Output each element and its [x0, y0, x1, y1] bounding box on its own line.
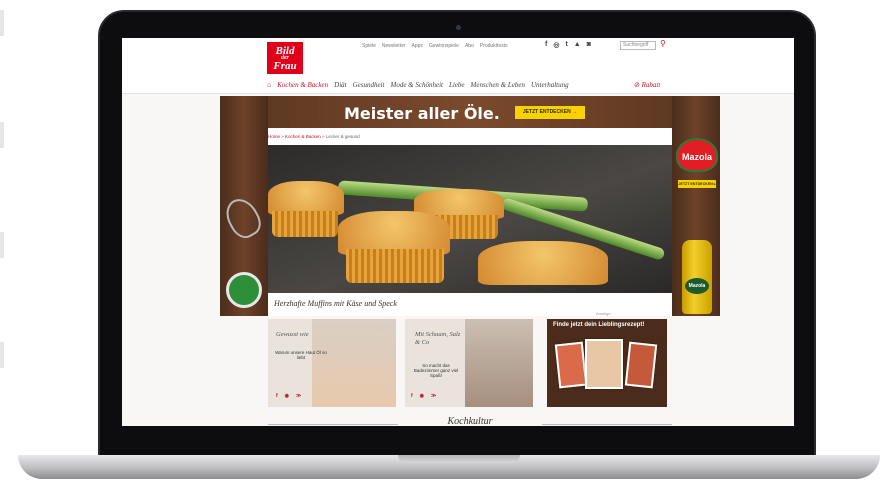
discount-icon: ⊘: [634, 81, 642, 89]
nav-link-produkttests[interactable]: Produkttests: [480, 43, 508, 49]
site-header: Bild der Frau Spiele Newsletter Apps Gew…: [122, 38, 794, 94]
nav-item-kochen[interactable]: Kochen & Backen: [277, 81, 328, 89]
breadcrumb-section[interactable]: Kochen & Backen: [285, 134, 321, 139]
recipe-photo: [554, 341, 588, 389]
home-icon[interactable]: ⌂: [267, 81, 271, 89]
nav-item-unterhaltung[interactable]: Unterhaltung: [531, 81, 569, 89]
camera-icon: [456, 25, 461, 30]
ad-label: Anzeige: [596, 311, 611, 316]
ad-teaser[interactable]: [547, 319, 667, 407]
rabatt-link[interactable]: ⊘ Rabatt: [634, 81, 660, 89]
teaser-subtitle: Warum unsere Haut Öl so liebt: [275, 350, 327, 360]
bottle-label: Mazola: [685, 278, 709, 294]
brand-logo[interactable]: Mazola: [676, 138, 718, 172]
main-nav: ⌂ Kochen & Backen Diät Gesundheit Mode &…: [267, 81, 569, 89]
site-logo[interactable]: Bild der Frau: [267, 42, 303, 74]
nav-link-abo[interactable]: Abo: [465, 43, 474, 49]
laptop-notch: [398, 455, 520, 463]
side-decoration: [0, 342, 4, 368]
recipe-photo: [624, 341, 658, 389]
facebook-icon[interactable]: f: [411, 393, 413, 399]
nav-item-menschen[interactable]: Menschen & Leben: [471, 81, 525, 89]
teaser-card[interactable]: Gewusst wie Warum unsere Haut Öl so lieb…: [268, 319, 396, 407]
nav-link-newsletter[interactable]: Newsletter: [382, 43, 406, 49]
breadcrumb-home[interactable]: Home: [268, 134, 280, 139]
muffin-cup: [346, 249, 444, 283]
ad-cta-button[interactable]: JETZT ENTDECKEN →: [515, 106, 585, 119]
breadcrumb: Home » Kochen & Backen » Lecker & gesund: [268, 134, 360, 139]
side-decoration: [0, 232, 4, 258]
muffin-image: [268, 181, 344, 215]
teaser-share: f ◉ ≫: [276, 393, 301, 399]
logo-text: Frau: [273, 60, 297, 72]
nav-item-diaet[interactable]: Diät: [334, 81, 346, 89]
teaser-share: f ◉ ≫: [411, 393, 436, 399]
recipe-photo: [585, 339, 623, 389]
muffin-image: [478, 241, 608, 285]
pinterest-icon[interactable]: ◉: [285, 393, 289, 399]
nav-link-gewinnspiele[interactable]: Gewinnspiele: [429, 43, 459, 49]
tumblr-icon[interactable]: t: [565, 41, 567, 49]
breadcrumb-current: Lecker & gesund: [325, 134, 360, 139]
hero-image[interactable]: [268, 145, 672, 293]
youtube-icon[interactable]: ▲: [574, 41, 581, 49]
social-links: f ◎ t ▲ ◙: [545, 41, 591, 49]
hero-caption[interactable]: Herzhafte Muffins mit Käse und Speck: [268, 293, 672, 316]
brand-cta-button[interactable]: JETZT ENTDECKEN ▸: [678, 180, 716, 188]
nav-item-mode[interactable]: Mode & Schönheit: [390, 81, 443, 89]
laptop-mockup: Bild der Frau Spiele Newsletter Apps Gew…: [0, 0, 882, 480]
teaser-title: Mit Schaum, Salz & Co: [415, 331, 461, 346]
facebook-icon[interactable]: f: [545, 41, 547, 49]
pinterest-icon[interactable]: ◉: [420, 393, 424, 399]
ad-teaser-title: Finde jetzt dein Lieblingsrezept!: [553, 322, 645, 328]
muffin-cup: [272, 211, 338, 237]
teaser-title: Gewusst wie: [276, 331, 309, 338]
spa-image: [312, 319, 396, 407]
nav-link-apps[interactable]: Apps: [412, 43, 423, 49]
twitter-icon[interactable]: ≫: [431, 393, 436, 399]
nav-link-spiele[interactable]: Spiele: [362, 43, 376, 49]
section-title: Kochkultur: [447, 416, 493, 426]
pinterest-icon[interactable]: ◎: [553, 41, 559, 49]
nav-item-liebe[interactable]: Liebe: [449, 81, 465, 89]
side-decoration: [0, 122, 4, 148]
ad-headline: Meister aller Öle.: [344, 104, 500, 123]
teaser-subtitle: So macht das Badezimmer ganz viel Spaß!: [413, 363, 459, 378]
search-input[interactable]: Suchbegriff: [620, 41, 656, 50]
search-icon[interactable]: ⚲: [660, 40, 668, 48]
twitter-icon[interactable]: ≫: [296, 393, 301, 399]
quality-seal-icon: [226, 272, 262, 308]
instagram-icon[interactable]: ◙: [587, 41, 591, 49]
screen: Bild der Frau Spiele Newsletter Apps Gew…: [122, 38, 794, 426]
side-decoration: [0, 10, 4, 36]
oil-bottle-image: [682, 240, 712, 314]
top-nav: Spiele Newsletter Apps Gewinnspiele Abo …: [362, 43, 508, 49]
facebook-icon[interactable]: f: [276, 393, 278, 399]
teaser-card[interactable]: Mit Schaum, Salz & Co So macht das Badez…: [405, 319, 533, 407]
bath-image: [465, 319, 533, 407]
rabatt-label: Rabatt: [641, 81, 661, 89]
nav-item-gesundheit[interactable]: Gesundheit: [353, 81, 385, 89]
